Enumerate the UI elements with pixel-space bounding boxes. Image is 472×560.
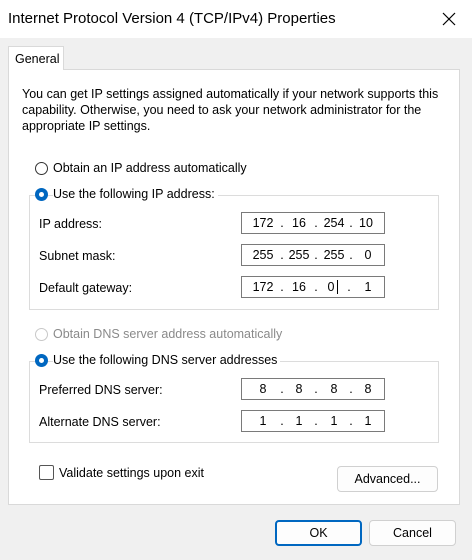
subnet-octet-2: 255 bbox=[288, 248, 310, 262]
obtain-ip-auto-label[interactable]: Obtain an IP address automatically bbox=[53, 161, 247, 175]
use-following-ip-label[interactable]: Use the following IP address: bbox=[53, 187, 218, 201]
tab-general-label: General bbox=[15, 52, 60, 66]
subnet-octet-1: 255 bbox=[252, 248, 274, 262]
gateway-octet-2: 16 bbox=[292, 280, 306, 294]
subnet-mask-label: Subnet mask: bbox=[39, 249, 116, 263]
alternate-dns-input[interactable]: 1 . 1 . 1 . 1 bbox=[241, 410, 385, 432]
alternate-dns-octet-2: 1 bbox=[295, 414, 303, 428]
radio-use-following-ip[interactable] bbox=[35, 188, 48, 201]
use-following-dns-label[interactable]: Use the following DNS server addresses bbox=[53, 353, 281, 367]
advanced-button[interactable]: Advanced... bbox=[337, 466, 438, 492]
obtain-dns-auto-label[interactable]: Obtain DNS server address automatically bbox=[53, 327, 282, 341]
subnet-octet-3: 255 bbox=[323, 248, 345, 262]
default-gateway-label: Default gateway: bbox=[39, 281, 133, 295]
cancel-button[interactable]: Cancel bbox=[369, 520, 456, 546]
close-button[interactable] bbox=[426, 0, 472, 38]
radio-obtain-dns-auto[interactable] bbox=[35, 328, 48, 341]
preferred-dns-input[interactable]: 8 . 8 . 8 . 8 bbox=[241, 378, 385, 400]
alternate-dns-label: Alternate DNS server: bbox=[39, 415, 161, 429]
alternate-dns-octet-4: 1 bbox=[364, 414, 372, 428]
radio-use-following-dns[interactable] bbox=[35, 354, 48, 367]
preferred-dns-octet-1: 8 bbox=[259, 382, 267, 396]
alternate-dns-octet-1: 1 bbox=[259, 414, 267, 428]
subnet-mask-input[interactable]: 255 . 255 . 255 . 0 bbox=[241, 244, 385, 266]
ip-octet-4: 10 bbox=[359, 216, 373, 230]
title-bar: Internet Protocol Version 4 (TCP/IPv4) P… bbox=[0, 0, 472, 38]
close-icon bbox=[442, 12, 456, 26]
default-gateway-input[interactable]: 172 . 16 . 0 . 1 bbox=[241, 276, 385, 298]
tab-general[interactable]: General bbox=[8, 46, 64, 70]
preferred-dns-octet-3: 8 bbox=[330, 382, 338, 396]
text-cursor bbox=[337, 280, 338, 294]
preferred-dns-label: Preferred DNS server: bbox=[39, 383, 163, 397]
alternate-dns-octet-3: 1 bbox=[330, 414, 338, 428]
ip-octet-1: 172 bbox=[252, 216, 274, 230]
radio-obtain-ip-auto[interactable] bbox=[35, 162, 48, 175]
description-text: You can get IP settings assigned automat… bbox=[22, 87, 439, 133]
ok-button[interactable]: OK bbox=[275, 520, 362, 546]
window-title: Internet Protocol Version 4 (TCP/IPv4) P… bbox=[8, 10, 336, 27]
preferred-dns-octet-4: 8 bbox=[364, 382, 372, 396]
gateway-octet-3: 0 bbox=[327, 280, 335, 294]
validate-settings-checkbox[interactable] bbox=[39, 465, 54, 480]
gateway-octet-1: 172 bbox=[252, 280, 274, 294]
ip-octet-2: 16 bbox=[292, 216, 306, 230]
validate-settings-label[interactable]: Validate settings upon exit bbox=[59, 466, 204, 480]
preferred-dns-octet-2: 8 bbox=[295, 382, 303, 396]
ip-address-label: IP address: bbox=[39, 217, 103, 231]
subnet-octet-4: 0 bbox=[364, 248, 372, 262]
octet-separator: . bbox=[347, 280, 351, 294]
gateway-octet-4: 1 bbox=[364, 280, 372, 294]
ip-octet-3: 254 bbox=[323, 216, 345, 230]
ip-address-input[interactable]: 172 . 16 . 254 . 10 bbox=[241, 212, 385, 234]
